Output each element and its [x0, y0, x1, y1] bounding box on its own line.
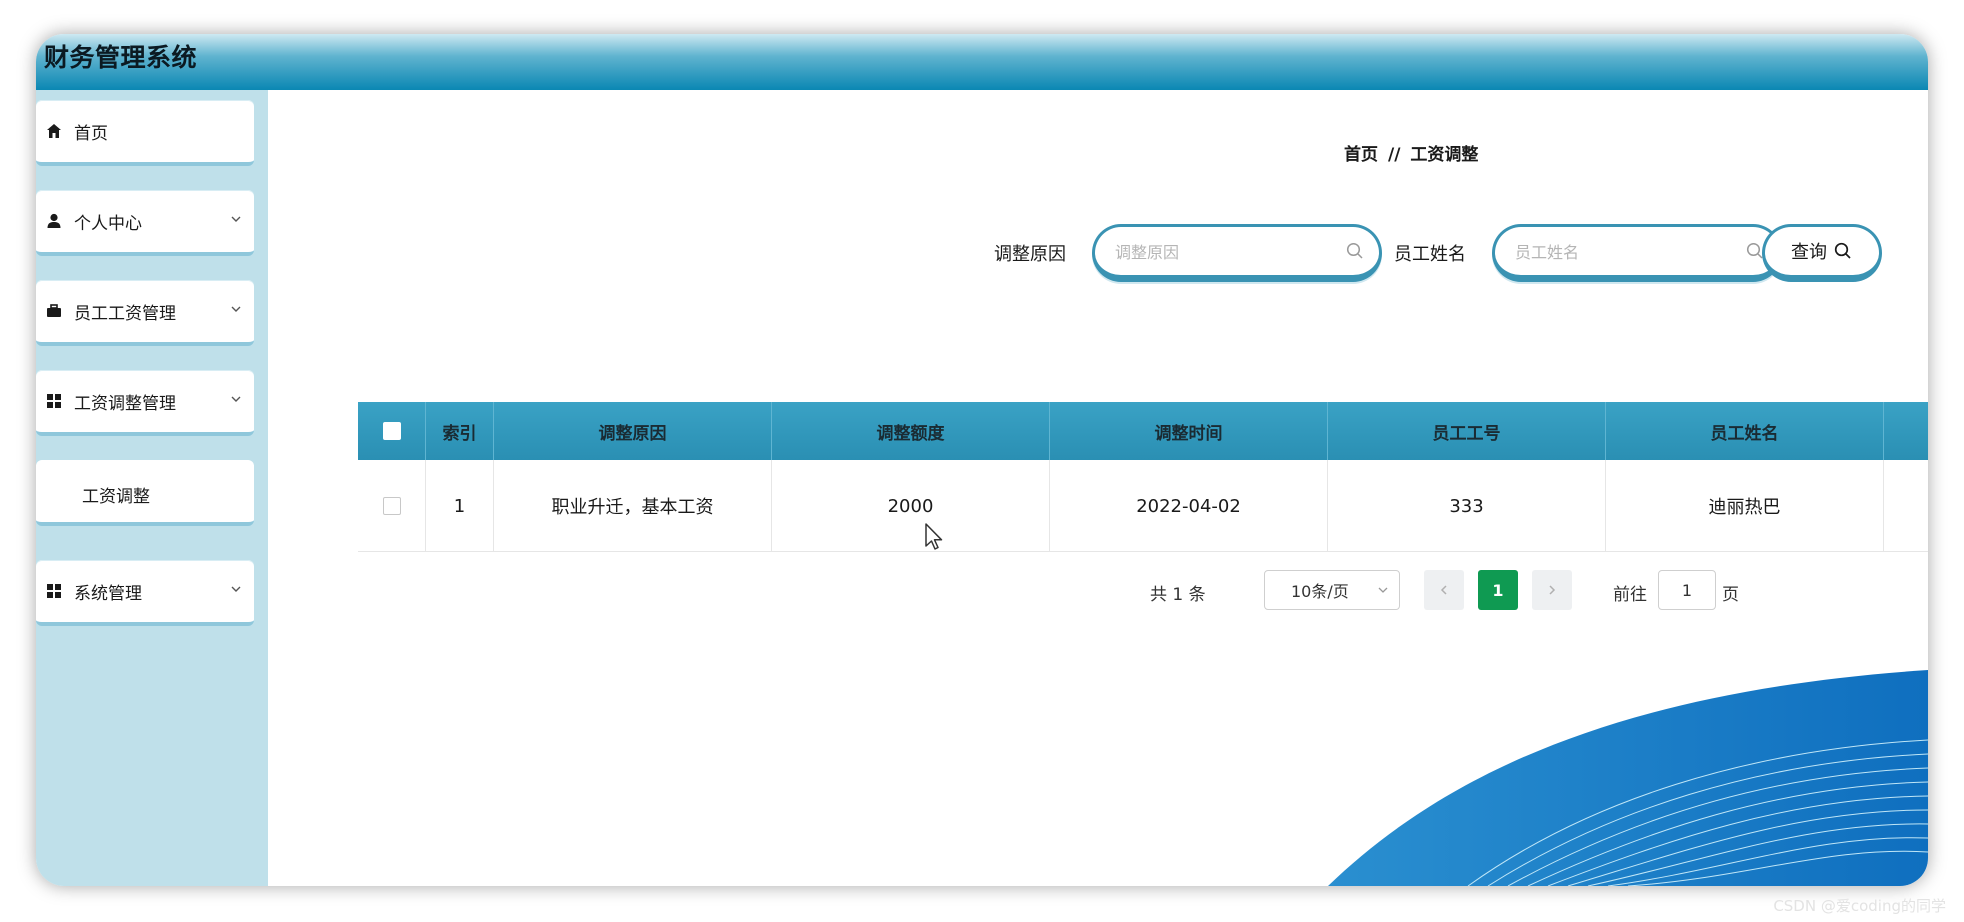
reason-search-label: 调整原因: [994, 244, 1066, 265]
decorative-wave-graphic: [1328, 670, 1928, 886]
table-header: 索引 调整原因 调整额度 调整时间 员工工号 员工姓名: [358, 402, 1928, 460]
row-select-cell[interactable]: [358, 460, 426, 552]
breadcrumb-separator: //: [1388, 145, 1401, 165]
breadcrumb-current: 工资调整: [1410, 145, 1479, 165]
sidebar-item-label: 员工工资管理: [74, 303, 176, 324]
sidebar: 首页 个人中心 员工工资管理 工资调整管理 工资调整 系统管理: [36, 90, 268, 886]
query-button-label: 查询: [1791, 242, 1827, 263]
table-row: 1 职业升迁，基本工资 2000 2022-04-02 333 迪丽热巴: [358, 460, 1928, 552]
cell-employee-id: 333: [1328, 460, 1606, 552]
chevron-down-icon: [231, 216, 241, 222]
cell-date: 2022-04-02: [1050, 460, 1328, 552]
sidebar-item-label: 系统管理: [74, 583, 142, 604]
sidebar-item-salary-adjustment-management[interactable]: 工资调整管理: [36, 370, 254, 436]
sidebar-item-home[interactable]: 首页: [36, 100, 254, 166]
cell-actions: [1884, 460, 1928, 552]
select-all-cell[interactable]: [358, 402, 426, 460]
sidebar-item-label: 工资调整管理: [74, 393, 176, 414]
cell-index: 1: [426, 460, 494, 552]
goto-page-input[interactable]: [1658, 570, 1716, 610]
reason-search-box[interactable]: [1092, 224, 1382, 282]
column-header: 调整时间: [1050, 402, 1328, 460]
top-header-bar: 财务管理系统: [36, 34, 1928, 90]
pagination-total: 共 1 条: [1150, 585, 1206, 605]
sidebar-item-salary-management[interactable]: 员工工资管理: [36, 280, 254, 346]
goto-label: 前往: [1613, 585, 1647, 605]
sidebar-item-label: 个人中心: [74, 213, 142, 234]
user-icon: [44, 211, 64, 231]
chevron-down-icon: [231, 396, 241, 402]
grid-icon: [44, 391, 64, 411]
chevron-left-icon: [1440, 585, 1447, 595]
page-size-select[interactable]: 10条/页: [1264, 570, 1400, 610]
search-icon: [1834, 242, 1851, 259]
column-header: 索引: [426, 402, 494, 460]
sidebar-item-label: 首页: [74, 123, 108, 144]
page-size-value: 10条/页: [1291, 582, 1349, 601]
query-button[interactable]: 查询: [1762, 224, 1882, 282]
row-checkbox[interactable]: [382, 497, 401, 515]
select-all-checkbox[interactable]: [382, 422, 401, 440]
chevron-down-icon: [1378, 587, 1388, 593]
mouse-cursor-icon: [925, 523, 943, 550]
chevron-down-icon: [231, 306, 241, 312]
sidebar-subitem-label: 工资调整: [82, 487, 150, 507]
home-icon: [44, 121, 64, 141]
cell-amount: 2000: [772, 460, 1050, 552]
prev-page-button[interactable]: [1424, 570, 1464, 610]
breadcrumb: 首页 // 工资调整: [1344, 140, 1478, 165]
chevron-down-icon: [231, 586, 241, 592]
search-icon: [1346, 242, 1363, 259]
column-header-extra: [1884, 402, 1928, 460]
page-suffix-label: 页: [1722, 585, 1739, 605]
next-page-button[interactable]: [1532, 570, 1572, 610]
app-title: 财务管理系统: [44, 43, 198, 72]
column-header: 员工姓名: [1606, 402, 1884, 460]
briefcase-icon: [44, 301, 64, 321]
sidebar-item-personal-center[interactable]: 个人中心: [36, 190, 254, 256]
column-header: 调整原因: [494, 402, 772, 460]
cell-reason: 职业升迁，基本工资: [494, 460, 772, 552]
name-search-box[interactable]: [1492, 224, 1782, 282]
watermark: CSDN @爱coding的同学: [1773, 897, 1946, 915]
cell-employee-name: 迪丽热巴: [1606, 460, 1884, 552]
name-search-input[interactable]: [1513, 237, 1733, 267]
sidebar-subitem-salary-adjustment[interactable]: 工资调整: [36, 460, 254, 526]
breadcrumb-home[interactable]: 首页: [1344, 145, 1378, 165]
column-header: 调整额度: [772, 402, 1050, 460]
chevron-right-icon: [1549, 585, 1556, 595]
main-content: 首页 // 工资调整 调整原因 员工姓名 查询 索引 调整原因 调整额度: [268, 90, 1928, 886]
column-header: 员工工号: [1328, 402, 1606, 460]
reason-search-input[interactable]: [1113, 237, 1333, 267]
pagination: 共 1 条 10条/页 1 前往 页: [268, 570, 1928, 614]
grid-icon: [44, 581, 64, 601]
name-search-label: 员工姓名: [1394, 244, 1466, 265]
sidebar-item-system-management[interactable]: 系统管理: [36, 560, 254, 626]
app-window: 财务管理系统 首页 个人中心 员工工资管理 工资调整管理 工资调整 系统管理 首…: [36, 34, 1928, 886]
page-number-current[interactable]: 1: [1478, 570, 1518, 610]
